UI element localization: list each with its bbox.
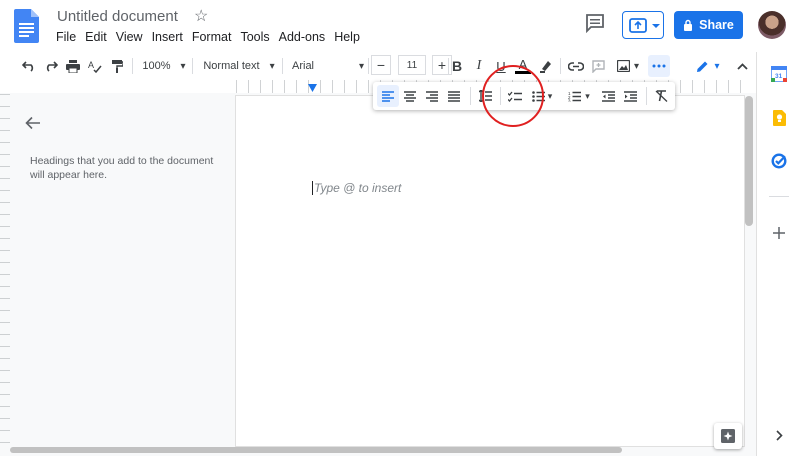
hide-menus-icon[interactable] <box>734 55 750 77</box>
bold-button[interactable]: B <box>446 55 468 77</box>
toolbar-divider <box>132 58 133 74</box>
star-icon[interactable]: ☆ <box>194 6 208 26</box>
lock-icon <box>684 19 693 31</box>
dropdown-arrow-icon: ▾ <box>180 60 186 72</box>
expand-panel-icon[interactable] <box>770 426 788 444</box>
align-left-icon[interactable] <box>377 85 399 107</box>
add-comment-icon[interactable] <box>588 55 608 77</box>
editing-mode-button[interactable]: ▾ <box>688 55 728 77</box>
docs-logo-icon[interactable] <box>14 9 39 43</box>
dropdown-arrow-icon: ▾ <box>585 90 590 101</box>
vertical-ruler[interactable] <box>0 94 10 444</box>
menu-view[interactable]: View <box>116 30 143 44</box>
align-right-icon[interactable] <box>421 85 443 107</box>
present-icon <box>629 18 660 33</box>
justify-icon[interactable] <box>443 85 465 107</box>
side-panel-divider <box>769 196 789 197</box>
comment-history-icon[interactable] <box>585 13 605 33</box>
back-arrow-icon[interactable] <box>25 116 41 130</box>
outline-hint: Headings that you add to the document wi… <box>30 155 214 181</box>
popup-divider <box>470 87 471 105</box>
explore-icon <box>721 429 735 443</box>
clear-formatting-icon[interactable] <box>650 85 672 107</box>
more-options-icon[interactable] <box>648 55 670 77</box>
italic-button[interactable]: I <box>468 55 490 77</box>
keep-icon[interactable] <box>770 109 788 127</box>
zoom-value: 100% <box>142 60 171 72</box>
menu-insert[interactable]: Insert <box>152 30 183 44</box>
zoom-select[interactable]: 100% ▾ <box>140 55 188 77</box>
avatar[interactable] <box>758 11 786 39</box>
dropdown-arrow-icon: ▾ <box>358 60 364 72</box>
font-select[interactable]: Arial ▾ <box>290 55 366 77</box>
menu-bar: File Edit View Insert Format Tools Add-o… <box>56 30 369 44</box>
svg-text:A: A <box>88 60 94 70</box>
insert-image-button[interactable]: ▾ <box>612 55 644 77</box>
dropdown-arrow-icon: ▾ <box>714 60 720 72</box>
share-button[interactable]: Share <box>674 11 743 39</box>
explore-button[interactable] <box>714 423 742 449</box>
align-center-icon[interactable] <box>399 85 421 107</box>
present-button[interactable] <box>622 11 664 39</box>
paint-format-icon[interactable] <box>108 55 126 77</box>
toolbar: A 100% ▾ Normal text ▾ Arial ▾ − 11 + B I U… <box>8 55 755 77</box>
decrease-font-size-button[interactable]: − <box>371 55 391 75</box>
bulleted-list-icon <box>531 90 545 102</box>
menu-help[interactable]: Help <box>334 30 360 44</box>
document-title[interactable]: Untitled document <box>57 8 178 25</box>
decrease-indent-icon[interactable] <box>597 85 619 107</box>
pencil-icon <box>697 61 708 72</box>
font-value: Arial <box>292 60 315 72</box>
print-icon[interactable] <box>64 55 82 77</box>
share-label: Share <box>699 18 734 32</box>
more-tools-popup: ▾ 123 ▾ <box>373 82 675 110</box>
style-select[interactable]: Normal text ▾ <box>200 55 278 77</box>
numbered-list-icon: 123 <box>568 91 582 102</box>
font-size-input[interactable]: 11 <box>398 55 426 75</box>
bulleted-list-button[interactable]: ▾ <box>527 85 557 107</box>
calendar-icon[interactable]: 31 <box>770 65 788 83</box>
vertical-scrollbar[interactable] <box>745 96 753 226</box>
menu-addons[interactable]: Add-ons <box>279 30 326 44</box>
popup-divider <box>646 87 647 105</box>
checklist-icon[interactable] <box>504 85 526 107</box>
text-color-letter: A <box>518 56 528 72</box>
menu-file[interactable]: File <box>56 30 76 44</box>
popup-divider <box>500 87 501 105</box>
menu-edit[interactable]: Edit <box>85 30 107 44</box>
menu-tools[interactable]: Tools <box>240 30 269 44</box>
style-value: Normal text <box>203 60 260 72</box>
horizontal-scrollbar[interactable] <box>10 447 622 453</box>
text-cursor <box>312 181 313 195</box>
toolbar-divider <box>368 58 369 74</box>
insert-link-icon[interactable] <box>566 55 586 77</box>
highlight-color-icon[interactable] <box>536 55 556 77</box>
document-placeholder[interactable]: Type @ to insert <box>314 181 401 195</box>
numbered-list-button[interactable]: 123 ▾ <box>563 85 595 107</box>
line-spacing-icon[interactable] <box>474 85 496 107</box>
svg-text:31: 31 <box>775 73 783 80</box>
image-icon <box>616 60 630 72</box>
spellcheck-icon[interactable]: A <box>86 55 104 77</box>
document-page[interactable] <box>236 96 744 446</box>
tasks-icon[interactable] <box>770 152 788 170</box>
toolbar-divider <box>560 58 561 74</box>
add-addon-icon[interactable] <box>770 224 788 242</box>
dropdown-arrow-icon: ▾ <box>269 60 275 72</box>
svg-text:3: 3 <box>568 98 571 102</box>
text-color-button[interactable]: A <box>512 55 534 77</box>
header: Untitled document ☆ File Edit View Inser… <box>0 0 800 52</box>
underline-button[interactable]: U <box>490 55 512 77</box>
dropdown-arrow-icon: ▾ <box>547 90 553 101</box>
text-color-swatch <box>515 70 531 74</box>
redo-icon[interactable] <box>42 55 60 77</box>
increase-indent-icon[interactable] <box>619 85 641 107</box>
menu-format[interactable]: Format <box>192 30 232 44</box>
dropdown-arrow-icon: ▾ <box>633 60 640 72</box>
toolbar-divider <box>192 58 193 74</box>
undo-icon[interactable] <box>20 55 38 77</box>
side-panel: 31 <box>756 52 800 456</box>
toolbar-divider <box>282 58 283 74</box>
